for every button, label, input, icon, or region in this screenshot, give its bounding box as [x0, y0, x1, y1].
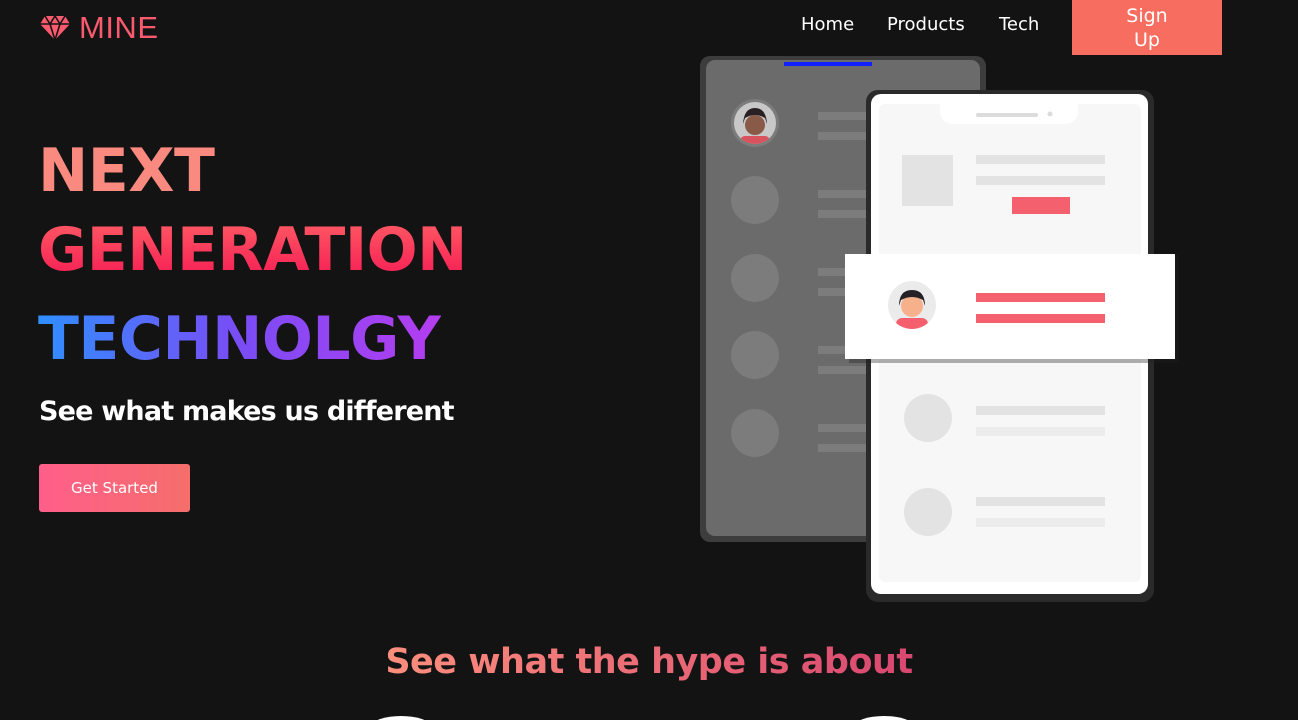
sign-up-label: Sign Up — [1126, 4, 1168, 51]
hero-title-line-1: NEXT — [38, 136, 215, 206]
bottom-decor-right — [855, 716, 913, 720]
front-phone — [866, 90, 1154, 602]
brand-logo[interactable]: MINE — [39, 10, 159, 46]
section-heading: See what the hype is about — [0, 642, 1298, 682]
diamond-icon — [40, 15, 70, 41]
landing-page: MINE Home Products Tech Sign Up NEXT GEN… — [0, 0, 1298, 720]
hero-subtitle: See what makes us different — [39, 396, 455, 427]
avatar-back — [734, 102, 776, 144]
get-started-button[interactable]: Get Started — [39, 464, 190, 512]
nav-link-products[interactable]: Products — [887, 14, 965, 35]
brand-name: MINE — [79, 10, 159, 45]
nav-link-tech[interactable]: Tech — [999, 14, 1039, 35]
hero-title-line-3: TECHNOLGY — [38, 304, 441, 374]
highlight-card — [845, 254, 1179, 363]
back-phone — [700, 56, 986, 542]
nav-link-home[interactable]: Home — [801, 14, 854, 35]
hero-title-line-2: GENERATION — [38, 215, 467, 285]
sign-up-button[interactable]: Sign Up — [1072, 0, 1222, 55]
bottom-decor-left — [372, 716, 430, 720]
